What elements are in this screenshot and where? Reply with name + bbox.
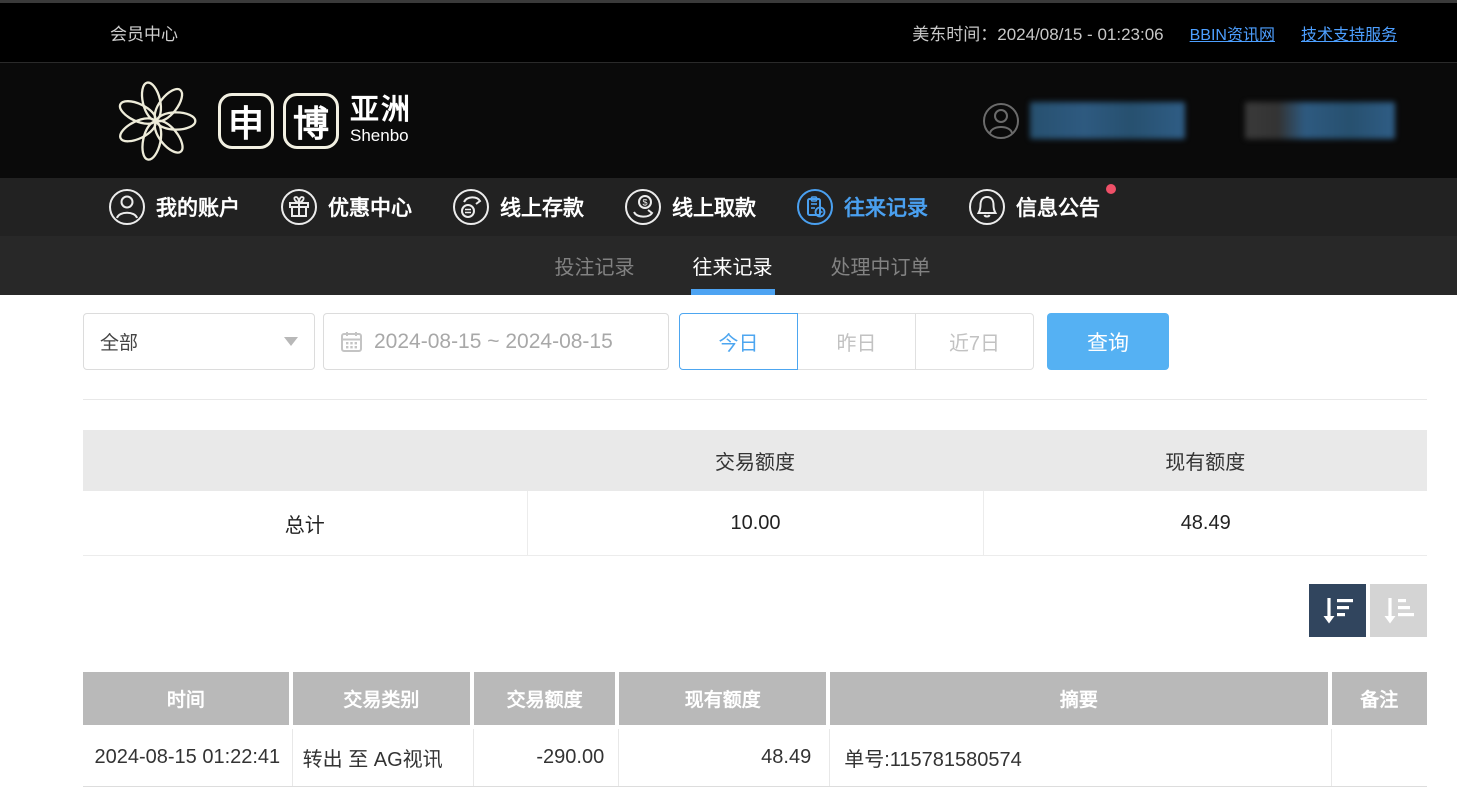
nav-item-announcements[interactable]: 信息公告 — [968, 188, 1100, 226]
record-amount: -290.00 — [474, 729, 619, 786]
member-center-title: 会员中心 — [110, 20, 178, 45]
summary-table-header: 交易额度 现有额度 — [83, 430, 1427, 491]
tab-betting-records[interactable]: 投注记录 — [551, 236, 639, 295]
date-range-input[interactable]: 2024-08-15 ~ 2024-08-15 — [323, 313, 669, 370]
content-area: 全部 2024-08-15 ~ 2024-08-15 今日 昨日 近7日 查询 — [0, 295, 1457, 787]
summary-col-empty — [83, 430, 527, 491]
summary-total-label: 总计 — [83, 491, 527, 555]
logo-bar: 申 博 亚洲 Shenbo — [0, 62, 1457, 178]
logo-char-shen: 申 — [218, 93, 274, 149]
col-amount: 交易额度 — [474, 672, 619, 725]
summary-table: 交易额度 现有额度 总计 10.00 48.49 — [83, 430, 1427, 556]
nav-item-promotions[interactable]: 优惠中心 — [280, 188, 412, 226]
record-balance: 48.49 — [619, 729, 830, 786]
yesterday-button[interactable]: 昨日 — [797, 313, 916, 370]
query-button[interactable]: 查询 — [1047, 313, 1169, 370]
tab-processing-orders[interactable]: 处理中订单 — [827, 236, 935, 295]
eastern-time-label: 美东时间：2024/08/15 - 01:23:06 — [912, 20, 1163, 45]
logo-region-cn: 亚洲 — [350, 95, 412, 125]
shenbo-logo[interactable]: 申 博 亚洲 Shenbo — [108, 73, 412, 169]
summary-transaction-amount: 10.00 — [527, 491, 984, 555]
logo-char-bo: 博 — [283, 93, 339, 149]
main-navigation: 我的账户 优惠中心 线上存款 $ 线上取款 — [0, 178, 1457, 236]
nav-item-my-account[interactable]: 我的账户 — [108, 188, 240, 226]
records-table: 时间 交易类别 交易额度 现有额度 摘要 备注 2024-08-15 01:22… — [83, 672, 1427, 787]
nav-item-deposit[interactable]: 线上存款 — [452, 188, 584, 226]
tech-support-link[interactable]: 技术支持服务 — [1301, 21, 1397, 45]
avatar-icon — [982, 102, 1020, 140]
top-utility-bar: 会员中心 美东时间：2024/08/15 - 01:23:06 BBIN资讯网 … — [0, 0, 1457, 62]
deposit-icon — [452, 188, 490, 226]
record-row: 2024-08-15 01:22:41 转出 至 AG视讯 -290.00 48… — [83, 729, 1427, 787]
summary-total-row: 总计 10.00 48.49 — [83, 491, 1427, 556]
summary-col-current-balance: 现有额度 — [983, 430, 1427, 491]
records-icon — [796, 188, 834, 226]
logo-region: 亚洲 Shenbo — [350, 95, 412, 145]
logo-region-en: Shenbo — [350, 126, 412, 146]
redacted-username — [1030, 102, 1185, 139]
filter-bar: 全部 2024-08-15 ~ 2024-08-15 今日 昨日 近7日 查询 — [83, 313, 1427, 370]
withdraw-icon: $ — [624, 188, 662, 226]
tab-transaction-records[interactable]: 往来记录 — [689, 236, 777, 295]
col-remark: 备注 — [1332, 672, 1427, 725]
notification-dot — [1106, 184, 1116, 194]
user-account-area[interactable] — [982, 102, 1395, 140]
bell-icon — [968, 188, 1006, 226]
type-select[interactable]: 全部 — [83, 313, 315, 370]
user-icon — [108, 188, 146, 226]
nav-item-records[interactable]: 往来记录 — [796, 188, 928, 226]
sort-descending-icon — [1321, 595, 1355, 627]
sort-ascending-button[interactable] — [1370, 584, 1427, 637]
type-select-value: 全部 — [100, 328, 138, 355]
today-button[interactable]: 今日 — [679, 313, 798, 370]
record-remark — [1332, 729, 1427, 786]
flower-logo-icon — [108, 73, 204, 169]
nav-item-withdraw[interactable]: $ 线上取款 — [624, 188, 756, 226]
chevron-down-icon — [284, 337, 298, 346]
col-type: 交易类别 — [293, 672, 474, 725]
sort-controls — [83, 584, 1427, 637]
sub-navigation: 投注记录 往来记录 处理中订单 — [0, 236, 1457, 295]
last7days-button[interactable]: 近7日 — [915, 313, 1034, 370]
bbin-news-link[interactable]: BBIN资讯网 — [1190, 21, 1275, 45]
col-time: 时间 — [83, 672, 293, 725]
col-summary: 摘要 — [830, 672, 1331, 725]
date-range-value: 2024-08-15 ~ 2024-08-15 — [374, 330, 613, 354]
gift-icon — [280, 188, 318, 226]
topbar-right: 美东时间：2024/08/15 - 01:23:06 BBIN资讯网 技术支持服… — [912, 20, 1397, 45]
col-balance: 现有额度 — [619, 672, 830, 725]
summary-col-transaction-amount: 交易额度 — [527, 430, 984, 491]
summary-current-balance: 48.49 — [983, 491, 1427, 555]
quick-date-group: 今日 昨日 近7日 — [679, 313, 1034, 370]
calendar-icon — [340, 330, 363, 353]
records-table-header: 时间 交易类别 交易额度 现有额度 摘要 备注 — [83, 672, 1427, 725]
sort-descending-button[interactable] — [1309, 584, 1366, 637]
record-summary: 单号:115781580574 — [830, 729, 1331, 786]
svg-text:$: $ — [642, 198, 647, 208]
record-time: 2024-08-15 01:22:41 — [83, 729, 293, 786]
redacted-balance — [1245, 102, 1395, 139]
record-type: 转出 至 AG视讯 — [293, 729, 474, 786]
sort-ascending-icon — [1382, 595, 1416, 627]
section-divider — [83, 399, 1427, 400]
